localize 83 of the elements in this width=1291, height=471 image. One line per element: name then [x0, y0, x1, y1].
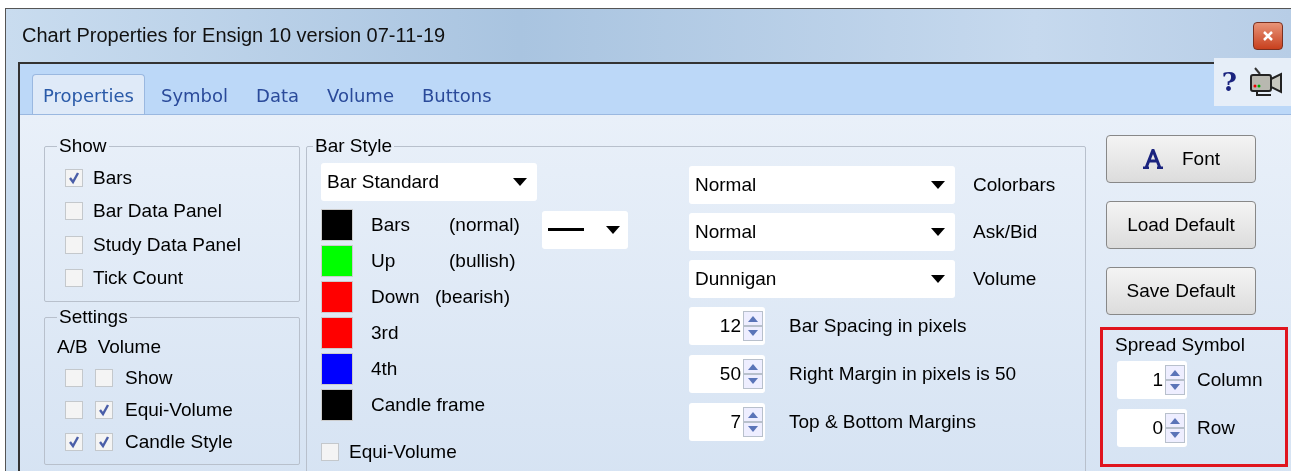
number-spinner[interactable]: 7	[689, 403, 765, 441]
spin-arrows-icon[interactable]	[743, 359, 763, 389]
checkbox[interactable]	[65, 235, 83, 254]
number-spinner[interactable]: 1	[1117, 361, 1187, 399]
button[interactable]: Load Default	[1106, 201, 1256, 249]
font-icon	[1142, 149, 1164, 169]
checkbox-label[interactable]: Study Data Panel	[93, 233, 241, 256]
checkbox-label[interactable]: Equi-Volume	[125, 399, 233, 421]
spin-arrows-icon[interactable]	[1165, 413, 1185, 443]
checkbox[interactable]	[65, 202, 83, 221]
color-label: Down	[371, 286, 421, 308]
close-button[interactable]	[1253, 21, 1283, 50]
color-label: Candle frame	[371, 394, 486, 416]
button[interactable]: Save Default	[1106, 267, 1256, 315]
line-style-dropdown[interactable]	[541, 211, 628, 249]
spinner-label: Column	[1197, 369, 1263, 391]
checkbox[interactable]	[95, 369, 113, 387]
color-swatch[interactable]	[321, 281, 353, 313]
color-label: 4th	[371, 358, 399, 380]
caret-icon	[931, 227, 945, 236]
caret-icon	[605, 226, 620, 234]
tab[interactable]: Volume	[315, 77, 406, 114]
dropdown-label: Volume	[973, 267, 1037, 290]
checkbox[interactable]	[65, 433, 83, 451]
column-header: Volume	[97, 336, 161, 358]
checkbox[interactable]	[65, 168, 83, 187]
tab[interactable]: Buttons	[409, 77, 504, 114]
caret-icon	[513, 178, 527, 186]
dropdown[interactable]: Normal	[689, 165, 955, 204]
checkbox-label[interactable]: Bars	[93, 166, 133, 189]
color-swatch[interactable]	[321, 317, 353, 349]
group-title: Bar Style	[314, 135, 394, 157]
dropdown[interactable]: Dunnigan	[689, 259, 955, 298]
color-swatch[interactable]	[321, 245, 353, 277]
camera-icon[interactable]	[1249, 66, 1283, 98]
tab[interactable]: Properties	[32, 74, 145, 114]
caret-icon	[931, 274, 945, 283]
spinner-label: Top & Bottom Margins	[789, 411, 976, 433]
spin-arrows-icon[interactable]	[743, 407, 763, 437]
checkbox[interactable]	[321, 442, 339, 461]
spinner-label: Right Margin in pixels is 50	[789, 363, 1017, 385]
color-label: 3rd	[371, 322, 400, 344]
color-swatch[interactable]	[321, 353, 353, 385]
color-swatch[interactable]	[321, 389, 353, 421]
caret-icon	[931, 180, 945, 189]
group-title: Settings	[58, 306, 129, 328]
group-title: Show	[58, 135, 108, 157]
color-note: (normal)	[449, 214, 520, 236]
button[interactable]: Font	[1106, 135, 1256, 183]
tab[interactable]: Symbol	[148, 77, 241, 114]
dropdown[interactable]: Normal	[689, 212, 955, 251]
spin-arrows-icon[interactable]	[1165, 365, 1185, 395]
color-note: (bearish)	[435, 286, 510, 308]
checkbox-label[interactable]: Equi-Volume	[349, 440, 457, 463]
spread-symbol-title: Spread Symbol	[1115, 334, 1245, 356]
color-swatch[interactable]	[321, 209, 353, 241]
tab[interactable]: Data	[244, 77, 311, 114]
column-header: A/B	[57, 336, 88, 358]
color-note: (bullish)	[449, 250, 516, 272]
checkbox-label[interactable]: Show	[125, 367, 173, 389]
color-label: Bars	[371, 214, 412, 236]
checkbox[interactable]	[65, 401, 83, 419]
spinner-label: Row	[1197, 417, 1235, 439]
number-spinner[interactable]: 12	[689, 307, 765, 345]
color-label: Up	[371, 250, 397, 272]
help-button[interactable]: ?	[1221, 67, 1237, 97]
number-spinner[interactable]: 50	[689, 355, 765, 393]
checkbox-label[interactable]: Bar Data Panel	[93, 200, 222, 223]
close-icon	[1262, 29, 1274, 42]
spinner-label: Bar Spacing in pixels	[789, 315, 967, 337]
checkbox-label[interactable]: Candle Style	[125, 431, 233, 453]
dropdown-label: Ask/Bid	[973, 220, 1038, 243]
checkbox[interactable]	[95, 433, 113, 451]
spin-arrows-icon[interactable]	[743, 311, 763, 341]
window-title: Chart Properties for Ensign 10 version 07-11-19	[22, 24, 446, 47]
checkbox[interactable]	[65, 269, 83, 288]
style-dropdown[interactable]: Bar Standard	[321, 163, 537, 201]
checkbox[interactable]	[95, 401, 113, 419]
number-spinner[interactable]: 0	[1117, 409, 1187, 447]
checkbox[interactable]	[65, 369, 83, 387]
line-icon	[547, 228, 584, 232]
dropdown-label: Colorbars	[973, 173, 1056, 196]
checkbox-label[interactable]: Tick Count	[93, 267, 184, 290]
